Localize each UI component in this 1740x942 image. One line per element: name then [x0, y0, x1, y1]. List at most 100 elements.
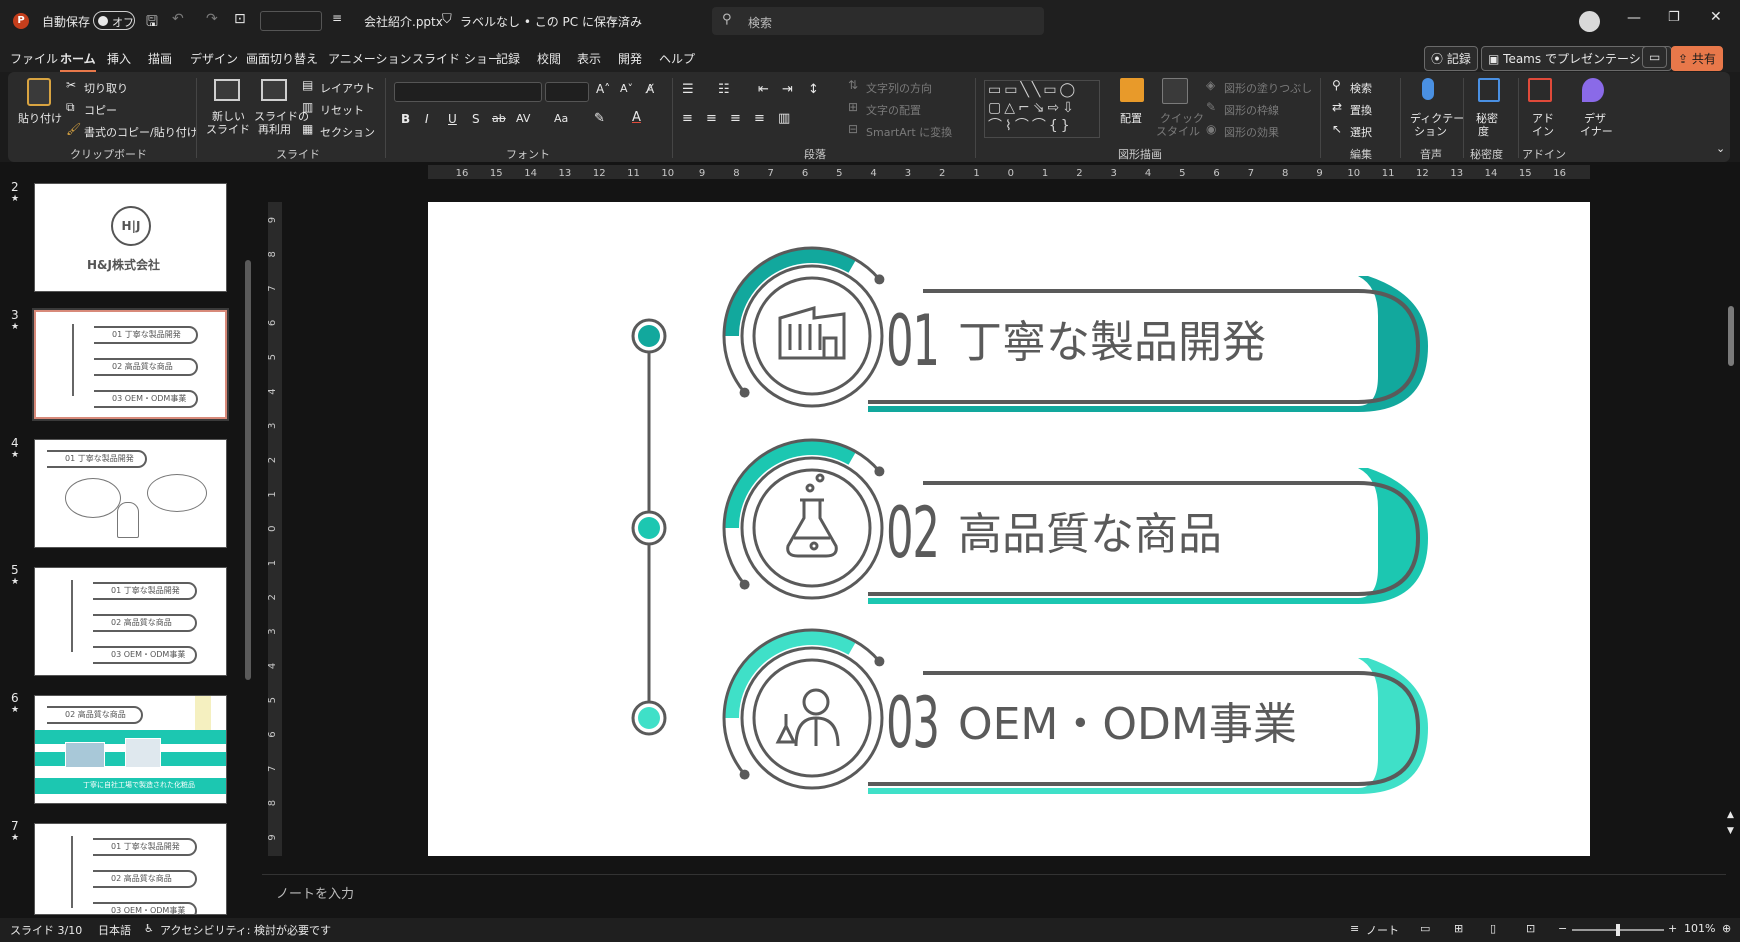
shape-fill-button[interactable]: 図形の塗りつぶし: [1224, 80, 1312, 96]
copy-button[interactable]: コピー: [84, 102, 117, 118]
reuse-slides-label-2[interactable]: 再利用: [258, 121, 291, 137]
decrease-indent-icon[interactable]: ⇤: [758, 82, 769, 97]
designer-icon[interactable]: [1582, 78, 1604, 102]
align-text-button[interactable]: 文字の配置: [866, 102, 921, 118]
addins-label-2[interactable]: イン: [1532, 123, 1554, 139]
font-size-select[interactable]: [545, 82, 589, 102]
paste-button[interactable]: 貼り付け: [18, 110, 62, 126]
accessibility-status[interactable]: アクセシビリティ: 検討が必要です: [160, 922, 331, 938]
reuse-slides-icon[interactable]: [261, 79, 287, 101]
align-text-icon[interactable]: ⊞: [848, 100, 858, 114]
tab-home[interactable]: ホーム: [60, 50, 96, 72]
numbering-icon[interactable]: ☷: [718, 82, 730, 97]
slide-scrollbar[interactable]: [1726, 166, 1736, 856]
tab-help[interactable]: ヘルプ: [659, 50, 695, 67]
tab-developer[interactable]: 開発: [618, 50, 642, 67]
user-avatar[interactable]: [1579, 11, 1600, 32]
chevron-down-icon[interactable]: ⌄: [608, 12, 617, 25]
sensitivity-icon[interactable]: [1478, 78, 1500, 102]
dictate-label-2[interactable]: ション: [1414, 123, 1447, 139]
customize-qat-icon[interactable]: ≡: [332, 11, 342, 25]
clear-format-icon[interactable]: A̸: [646, 82, 654, 96]
shape-outline-icon[interactable]: ✎: [1206, 100, 1216, 114]
reading-view-icon[interactable]: ▯: [1490, 922, 1496, 935]
shape-outline-button[interactable]: 図形の枠線: [1224, 102, 1279, 118]
font-grow-icon[interactable]: A˄: [596, 82, 610, 96]
undo-icon[interactable]: ↶: [172, 11, 184, 27]
addins-icon[interactable]: [1528, 78, 1552, 102]
columns-icon[interactable]: ▥: [778, 111, 790, 126]
font-name-select[interactable]: [394, 82, 542, 102]
thumbnail-scrollbar[interactable]: [244, 170, 252, 910]
save-icon[interactable]: 🖫: [146, 11, 158, 35]
search-box[interactable]: ⚲ 検索: [712, 7, 1044, 35]
tab-transitions[interactable]: 画面切り替え: [246, 50, 318, 67]
shape-fill-icon[interactable]: ◈: [1206, 78, 1215, 92]
change-case-icon[interactable]: Aa: [554, 112, 568, 125]
share-button[interactable]: ⇪ 共有: [1671, 46, 1723, 71]
text-direction-button[interactable]: 文字列の方向: [866, 80, 932, 96]
slide-sorter-icon[interactable]: ⊞: [1454, 922, 1463, 935]
slideshow-view-icon[interactable]: ⊡: [1526, 922, 1535, 935]
slide-thumbnail-3[interactable]: 01 丁寧な製品開発 02 高品質な商品 03 OEM・ODM事業: [32, 308, 229, 421]
slide-thumbnail-6[interactable]: 02 高品質な商品 丁寧に自社工場で製造された化粧品: [34, 695, 227, 804]
zoom-in-icon[interactable]: +: [1668, 922, 1677, 935]
slide-thumbnail-2[interactable]: H|J H&J株式会社: [34, 183, 227, 292]
close-icon[interactable]: ✕: [1710, 9, 1722, 25]
shape-effects-button[interactable]: 図形の効果: [1224, 124, 1279, 140]
restore-icon[interactable]: ❐: [1668, 10, 1680, 25]
tab-review[interactable]: 校閲: [537, 50, 561, 67]
shape-effects-icon[interactable]: ◉: [1206, 122, 1216, 136]
vertical-ruler[interactable]: 9 8 7 6 5 4 3 2 1 0 1 2 3 4 5 6 7 8 9: [268, 202, 282, 856]
align-left-icon[interactable]: ≡: [682, 111, 693, 126]
replace-button[interactable]: 置換: [1350, 102, 1372, 118]
comments-button[interactable]: ▭: [1642, 46, 1668, 68]
font-shrink-icon[interactable]: A˅: [620, 82, 633, 95]
find-button[interactable]: 検索: [1350, 80, 1372, 96]
smartart-button[interactable]: SmartArt に変換: [866, 124, 952, 140]
redo-icon[interactable]: ↷: [206, 11, 218, 27]
section-button[interactable]: セクション: [320, 124, 375, 140]
slide-canvas[interactable]: 01 丁寧な製品開発 02 高品質な商品 03 OEM・ODM事業: [428, 202, 1590, 856]
font-color-icon[interactable]: A: [632, 110, 641, 125]
arrange-button[interactable]: 配置: [1120, 110, 1142, 126]
ribbon-collapse-icon[interactable]: ⌄: [1716, 142, 1725, 155]
prev-slide-icon[interactable]: ▲: [1727, 810, 1734, 820]
accessibility-icon[interactable]: ♿: [144, 922, 154, 935]
section-icon[interactable]: ▦: [302, 122, 313, 136]
shadow-icon[interactable]: S: [472, 112, 480, 126]
font-size-quick-box[interactable]: [260, 11, 322, 31]
tab-view[interactable]: 表示: [577, 50, 601, 67]
copy-icon[interactable]: ⧉: [66, 100, 75, 115]
select-icon[interactable]: ↖: [1332, 122, 1342, 136]
tab-insert[interactable]: 挿入: [107, 50, 131, 67]
new-slide-icon[interactable]: [214, 79, 240, 101]
slide-thumbnail-5[interactable]: 01 丁寧な製品開発 02 高品質な商品 03 OEM・ODM事業: [34, 567, 227, 676]
increase-indent-icon[interactable]: ⇥: [782, 82, 793, 97]
next-slide-icon[interactable]: ▼: [1727, 826, 1734, 836]
microphone-icon[interactable]: [1422, 78, 1434, 100]
autosave-toggle[interactable]: オフ: [93, 11, 135, 30]
justify-icon[interactable]: ≡: [754, 111, 765, 126]
align-center-icon[interactable]: ≡: [706, 111, 717, 126]
italic-icon[interactable]: I: [425, 112, 429, 126]
fit-slide-icon[interactable]: ⊕: [1722, 922, 1731, 935]
sensitivity-label-2[interactable]: 度: [1478, 123, 1489, 139]
new-slide-label-2[interactable]: スライド: [206, 121, 250, 137]
tab-animations[interactable]: アニメーション: [328, 50, 412, 67]
designer-label-2[interactable]: イナー: [1580, 123, 1613, 139]
tab-draw[interactable]: 描画: [148, 50, 172, 67]
arrange-icon[interactable]: [1120, 78, 1144, 102]
replace-icon[interactable]: ⇄: [1332, 100, 1342, 114]
slide-thumbnail-7[interactable]: 01 丁寧な製品開発 02 高品質な商品 03 OEM・ODM事業: [34, 823, 227, 915]
zoom-level[interactable]: 101%: [1684, 922, 1715, 935]
tab-record[interactable]: 記録: [496, 50, 520, 67]
notes-toggle-icon[interactable]: ≡: [1350, 922, 1359, 935]
cut-button[interactable]: 切り取り: [84, 80, 128, 96]
zoom-out-icon[interactable]: −: [1558, 922, 1567, 935]
layout-button[interactable]: レイアウト: [320, 80, 375, 96]
quick-styles-icon[interactable]: [1162, 78, 1188, 104]
tab-file[interactable]: ファイル: [10, 50, 58, 67]
bold-icon[interactable]: B: [401, 112, 410, 126]
smartart-icon[interactable]: ⊟: [848, 122, 858, 136]
